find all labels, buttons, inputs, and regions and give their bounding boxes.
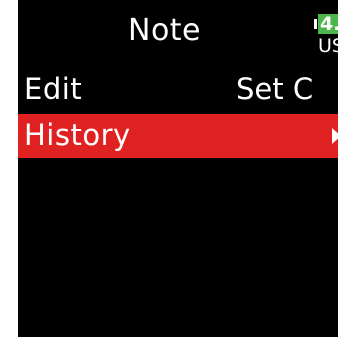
screen-title: Note <box>128 13 202 48</box>
battery-indicator: 4.9 USB <box>314 10 338 60</box>
menu-item-history[interactable]: History <box>18 114 338 158</box>
menu-item-label: Edit <box>24 72 83 106</box>
title-bar: Note 4.9 USB <box>18 0 338 64</box>
menu-item-value: Set C <box>236 72 314 106</box>
battery-icon <box>314 19 317 29</box>
device-screen: Note 4.9 USB Edit Set C History <box>18 0 338 337</box>
power-source: USB <box>318 35 338 57</box>
chevron-right-icon <box>332 128 338 144</box>
menu-item-label: History <box>24 118 131 152</box>
menu-list: Edit Set C History <box>18 68 338 158</box>
menu-item-edit[interactable]: Edit Set C <box>18 68 338 112</box>
battery-level: 4.9 <box>318 14 338 34</box>
